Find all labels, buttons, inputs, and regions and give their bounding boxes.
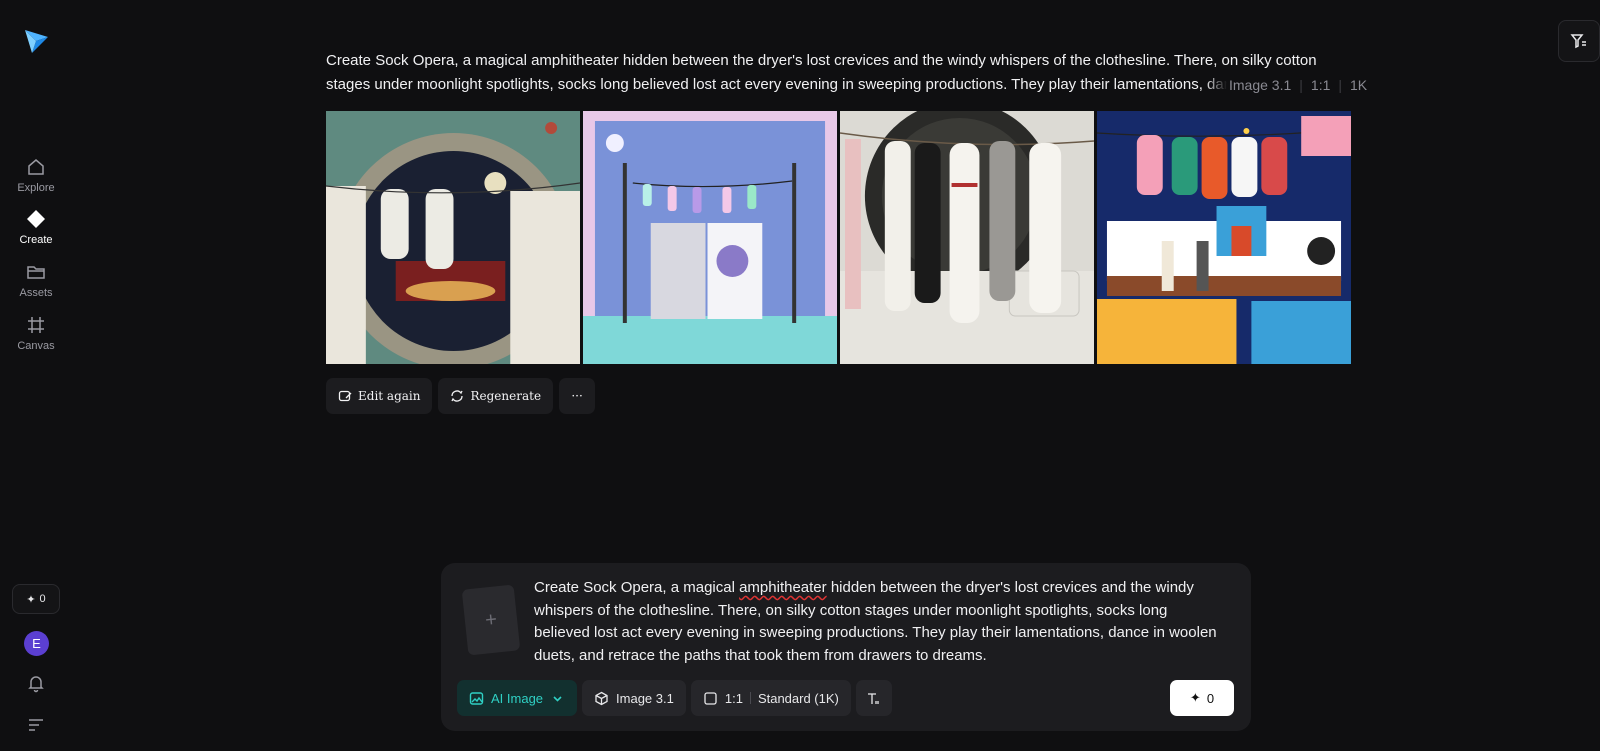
- image-mode-icon: [469, 691, 484, 705]
- sidebar-item-label: Canvas: [17, 340, 55, 352]
- image-washing-machine-porthole: [326, 111, 580, 364]
- more-options-button[interactable]: ···: [559, 378, 596, 414]
- sidebar-item-explore[interactable]: Explore: [6, 157, 66, 203]
- sidebar-item-label: Explore: [17, 182, 55, 194]
- generate-button[interactable]: ✦ 0: [1170, 680, 1234, 716]
- avatar-initial: E: [32, 636, 41, 651]
- diamond-icon: [27, 210, 45, 228]
- cube-icon: [595, 691, 608, 705]
- ratio-label: 1:1: [724, 690, 743, 706]
- credits-count: 0: [39, 593, 46, 605]
- result-actions: Edit again Regenerate ···: [326, 378, 596, 414]
- text-format-icon: [868, 692, 880, 704]
- sidebar-item-assets[interactable]: Assets: [6, 262, 66, 308]
- quality-label: Standard (1K): [757, 690, 839, 706]
- prompt-input[interactable]: Create Sock Opera, a magical amphitheate…: [534, 577, 1224, 667]
- generated-image-2[interactable]: [583, 111, 837, 364]
- more-icon: ···: [571, 389, 583, 403]
- meta-resolution: 1K: [1350, 77, 1368, 93]
- avatar[interactable]: E: [24, 631, 49, 656]
- edit-again-button[interactable]: Edit again: [326, 378, 433, 414]
- folder-icon: [27, 266, 45, 279]
- edit-icon: [338, 390, 352, 402]
- sidebar-item-label: Assets: [19, 287, 53, 299]
- credits-badge[interactable]: ✦ 0: [12, 584, 60, 614]
- mode-selector[interactable]: AI Image: [457, 680, 578, 716]
- filter-icon: [1570, 34, 1586, 49]
- prompt-text-start: Create Sock Opera, a magical: [534, 579, 740, 596]
- refresh-icon: [451, 390, 464, 402]
- meta-ratio: 1:1: [1310, 77, 1331, 93]
- image-colorful-sock-theater: [1097, 111, 1351, 364]
- menu-icon[interactable]: [27, 716, 45, 732]
- generation-prompt: Create Sock Opera, a magical amphitheate…: [326, 52, 1317, 93]
- regenerate-button[interactable]: Regenerate: [438, 378, 554, 414]
- generated-image-1[interactable]: [326, 111, 580, 364]
- meta-model: Image 3.1: [1229, 77, 1292, 93]
- ratio-quality-selector[interactable]: 1:1 Standard (1K): [690, 680, 851, 716]
- square-ratio-icon: [704, 691, 717, 705]
- home-icon: [28, 159, 44, 175]
- sidebar: Explore Create Assets Canvas ✦ 0 E: [0, 0, 72, 751]
- image-pastel-laundry-stage: [583, 111, 837, 364]
- meta-divider: |: [1338, 77, 1343, 93]
- text-style-button[interactable]: [855, 680, 892, 716]
- selector-divider: [749, 692, 751, 704]
- image-socks-clothesline: [840, 111, 1094, 364]
- model-label: Image 3.1: [616, 690, 674, 706]
- sparkle-icon: ✦: [26, 593, 36, 606]
- generation-meta: Image 3.1 | 1:1 | 1K: [1205, 73, 1368, 97]
- composer-toolbar: AI Image Image 3.1 1:1 Standard (1K): [457, 680, 892, 716]
- app-root: Explore Create Assets Canvas ✦ 0 E Creat…: [0, 0, 1600, 751]
- sidebar-item-label: Create: [19, 234, 53, 246]
- plus-icon: +: [483, 607, 498, 632]
- sidebar-item-create[interactable]: Create: [6, 209, 66, 255]
- logo-icon[interactable]: [22, 27, 50, 55]
- model-selector[interactable]: Image 3.1: [582, 680, 686, 716]
- sidebar-item-canvas[interactable]: Canvas: [6, 315, 66, 361]
- generated-image-3[interactable]: [840, 111, 1094, 364]
- mode-label: AI Image: [491, 690, 544, 706]
- spellcheck-word: amphitheater: [739, 579, 827, 596]
- bell-icon[interactable]: [26, 673, 46, 693]
- chevron-down-icon: [553, 695, 562, 702]
- edit-again-label: Edit again: [358, 389, 421, 403]
- prompt-composer: + Create Sock Opera, a magical amphithea…: [441, 563, 1251, 731]
- crop-icon: [28, 317, 44, 333]
- regenerate-label: Regenerate: [470, 389, 542, 403]
- filter-button[interactable]: [1558, 20, 1600, 62]
- upload-reference-button[interactable]: +: [461, 584, 521, 656]
- image-grid: [326, 111, 1351, 364]
- sparkle-icon: ✦: [1189, 690, 1201, 705]
- generate-cost: 0: [1206, 690, 1215, 706]
- meta-divider: |: [1299, 77, 1303, 93]
- generated-image-4[interactable]: [1097, 111, 1351, 364]
